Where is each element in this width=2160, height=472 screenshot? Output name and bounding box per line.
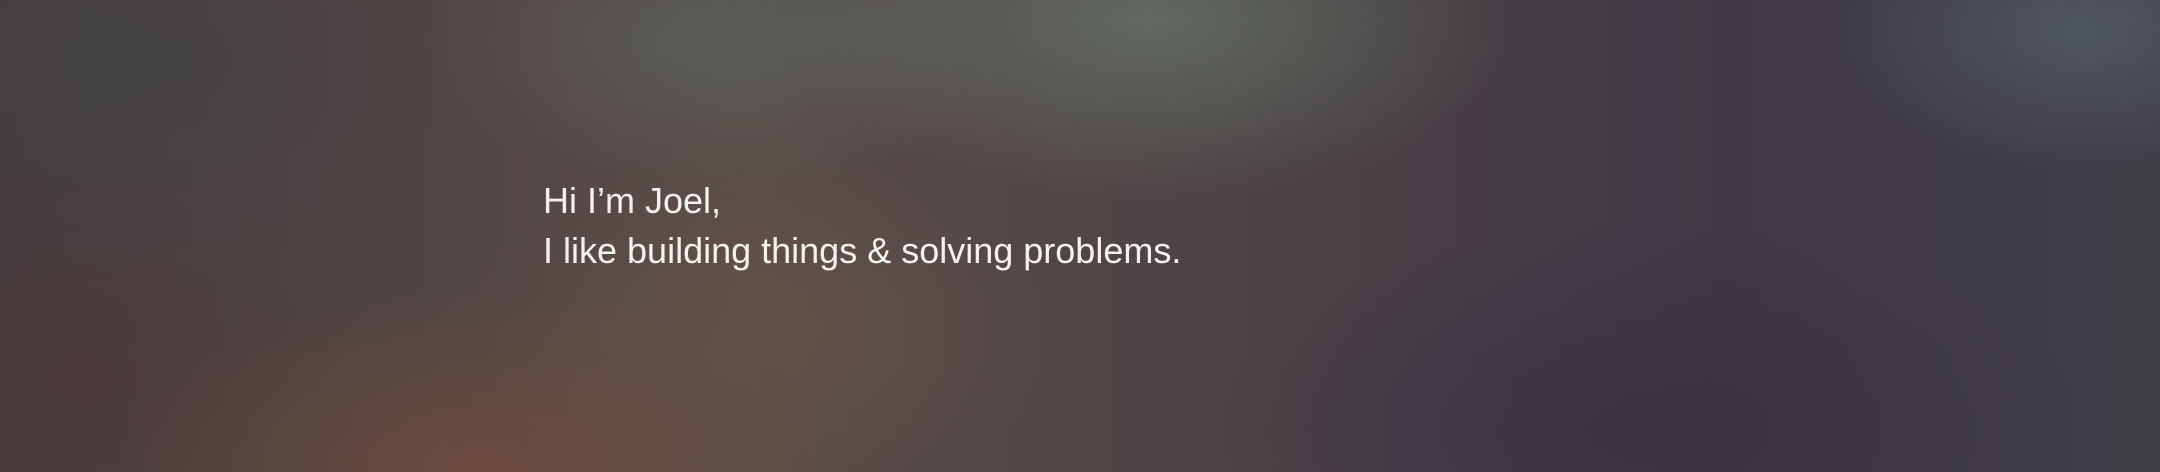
hero-banner: Hi I’m Joel, I like building things & so… bbox=[0, 0, 2160, 472]
tagline-line: I like building things & solving problem… bbox=[543, 230, 1182, 271]
intro-text: Hi I’m Joel, I like building things & so… bbox=[543, 176, 1181, 276]
greeting-line: Hi I’m Joel, bbox=[543, 180, 722, 221]
